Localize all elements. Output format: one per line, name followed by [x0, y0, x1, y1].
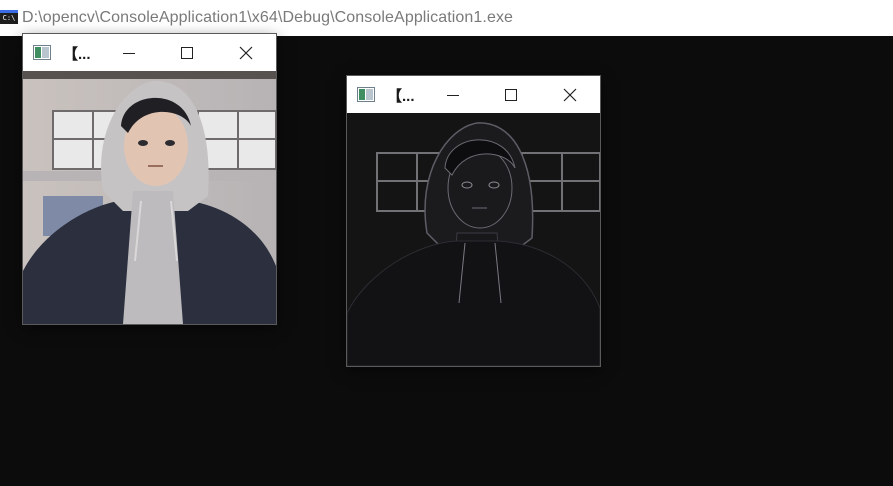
image-display-processed — [347, 113, 600, 366]
window-titlebar[interactable]: 【... — [23, 34, 276, 71]
image-window-icon — [33, 45, 51, 60]
maximize-button[interactable] — [167, 38, 207, 68]
maximize-icon — [181, 47, 193, 59]
close-icon — [563, 88, 577, 102]
image-window-processed[interactable]: 【... — [347, 76, 600, 366]
console-title: D:\opencv\ConsoleApplication1\x64\Debug\… — [22, 9, 514, 26]
window-title: 【... — [63, 46, 91, 63]
console-titlebar[interactable]: C:\ D:\opencv\ConsoleApplication1\x64\De… — [0, 0, 893, 36]
close-button[interactable] — [550, 80, 590, 110]
window-titlebar[interactable]: 【... — [347, 76, 600, 113]
console-app-icon: C:\ — [0, 10, 18, 24]
maximize-button[interactable] — [491, 80, 531, 110]
image-display-original — [23, 71, 276, 324]
image-window-original[interactable]: 【... — [23, 34, 276, 324]
close-icon — [239, 46, 253, 60]
maximize-icon — [505, 89, 517, 101]
minimize-icon — [447, 95, 459, 96]
close-button[interactable] — [226, 38, 266, 68]
minimize-button[interactable] — [433, 80, 473, 110]
minimize-button[interactable] — [109, 38, 149, 68]
window-title: 【... — [387, 88, 415, 105]
minimize-icon — [123, 53, 135, 54]
image-window-icon — [357, 87, 375, 102]
